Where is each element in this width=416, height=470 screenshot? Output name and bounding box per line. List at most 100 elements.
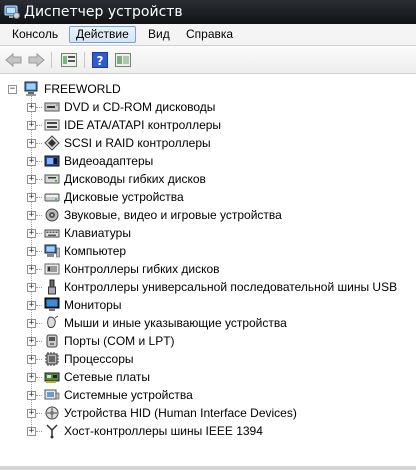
tree-connector [36,431,42,432]
hid-icon [44,405,60,421]
collapse-toggle[interactable]: − [8,85,17,94]
system-device-icon [44,387,60,403]
expand-toggle[interactable]: + [27,283,36,292]
tree-connector [36,395,42,396]
computer-icon [24,81,40,97]
back-arrow-icon [5,52,22,68]
floppy-drive-icon [44,171,60,187]
properties-button[interactable] [60,51,78,69]
tree-category-label: Клавиатуры [64,226,131,240]
tree-category[interactable]: + Дисководы гибких дисков [0,170,416,188]
help-button[interactable]: ? [91,51,109,69]
tree-category[interactable]: + Мыши и иные указывающие устройства [0,314,416,332]
mouse-icon [44,315,60,331]
tree-connector [36,107,42,108]
tree-category-label: Мыши и иные указывающие устройства [64,316,287,330]
tree-connector [36,341,42,342]
tree-category[interactable]: + Дисковые устройства [0,188,416,206]
device-tree: − FREEWORLD + DVD и CD-ROM дисководы + IDE … [0,76,416,470]
status-bar [0,466,416,470]
back-button[interactable] [5,51,23,69]
tree-category[interactable]: + Мониторы [0,296,416,314]
tree-connector [36,287,42,288]
menu-action[interactable]: Действие [69,26,136,43]
svg-text:?: ? [97,54,104,68]
computer-small-icon [44,243,60,259]
tree-category-label: Мониторы [64,298,122,312]
sound-icon [44,207,60,223]
tree-category-label: Устройства HID (Human Interface Devices) [64,406,297,420]
menu-help[interactable]: Справка [180,26,239,43]
tree-category[interactable]: + Хост-контроллеры шины IEEE 1394 [0,422,416,440]
tree-category[interactable]: + Компьютер [0,242,416,260]
tree-root-label: FREEWORLD [44,82,121,96]
expand-toggle[interactable]: + [27,139,36,148]
properties-icon [61,53,77,67]
ide-controller-icon [44,117,60,133]
tree-connector [36,323,42,324]
tree-category-label: Системные устройства [64,388,193,402]
tree-category[interactable]: + Системные устройства [0,386,416,404]
expand-toggle[interactable]: + [27,247,36,256]
toolbar: ? [0,47,416,74]
menu-console[interactable]: Консоль [6,26,64,43]
tree-category[interactable]: + SCSI и RAID контроллеры [0,134,416,152]
tree-category[interactable]: + IDE ATA/ATAPI контроллеры [0,116,416,134]
tree-category[interactable]: + Процессоры [0,350,416,368]
expand-toggle[interactable]: + [27,121,36,130]
expand-toggle[interactable]: + [27,319,36,328]
tree-root[interactable]: − FREEWORLD [0,80,416,98]
tree-category[interactable]: + Сетевые платы [0,368,416,386]
floppy-controller-icon [44,261,60,277]
expand-toggle[interactable]: + [27,301,36,310]
expand-toggle[interactable]: + [27,409,36,418]
tree-connector [36,305,42,306]
tree-connector [36,251,42,252]
expand-toggle[interactable]: + [27,211,36,220]
expand-toggle[interactable]: + [27,193,36,202]
expand-toggle[interactable]: + [27,265,36,274]
expand-toggle[interactable]: + [27,337,36,346]
toolbar-separator [84,52,85,68]
tree-connector [36,215,42,216]
display-adapter-icon [44,153,60,169]
expand-toggle[interactable]: + [27,229,36,238]
tree-connector [36,359,42,360]
menu-bar: Консоль Действие Вид Справка [0,24,416,46]
tree-category-label: Сетевые платы [64,370,151,384]
toolbar-separator [51,52,52,68]
expand-toggle[interactable]: + [27,373,36,382]
tree-category[interactable]: + Клавиатуры [0,224,416,242]
expand-toggle[interactable]: + [27,391,36,400]
expand-toggle[interactable]: + [27,157,36,166]
tree-category-label: Дисковые устройства [64,190,184,204]
ieee1394-icon [44,423,60,439]
tree-category-label: IDE ATA/ATAPI контроллеры [64,118,222,132]
menu-view[interactable]: Вид [142,26,176,43]
help-icon: ? [92,52,108,68]
tree-category-label: SCSI и RAID контроллеры [64,136,211,150]
tree-category-label: Звуковые, видео и игровые устройства [64,208,282,222]
tree-category[interactable]: + Видеоадаптеры [0,152,416,170]
expand-toggle[interactable]: + [27,103,36,112]
port-icon [44,333,60,349]
view-button[interactable] [114,51,132,69]
expand-toggle[interactable]: + [27,175,36,184]
window-title: Диспетчер устройств [24,4,183,20]
tree-category-label: Процессоры [64,352,134,366]
tree-category[interactable]: + DVD и CD-ROM дисководы [0,98,416,116]
processor-icon [44,351,60,367]
tree-category-label: Порты (COM и LPT) [64,334,175,348]
tree-connector [36,125,42,126]
tree-category[interactable]: + Контроллеры гибких дисков [0,260,416,278]
forward-button[interactable] [27,51,45,69]
tree-category[interactable]: + Устройства HID (Human Interface Devices… [0,404,416,422]
expand-toggle[interactable]: + [27,355,36,364]
tree-category-label: Компьютер [64,244,127,258]
tree-category[interactable]: + Контроллеры универсальной последователь… [0,278,416,296]
expand-toggle[interactable]: + [27,427,36,436]
tree-category-label: DVD и CD-ROM дисководы [64,100,216,114]
tree-category[interactable]: + Порты (COM и LPT) [0,332,416,350]
tree-category-label: Контроллеры гибких дисков [64,262,220,276]
tree-category[interactable]: + Звуковые, видео и игровые устройства [0,206,416,224]
